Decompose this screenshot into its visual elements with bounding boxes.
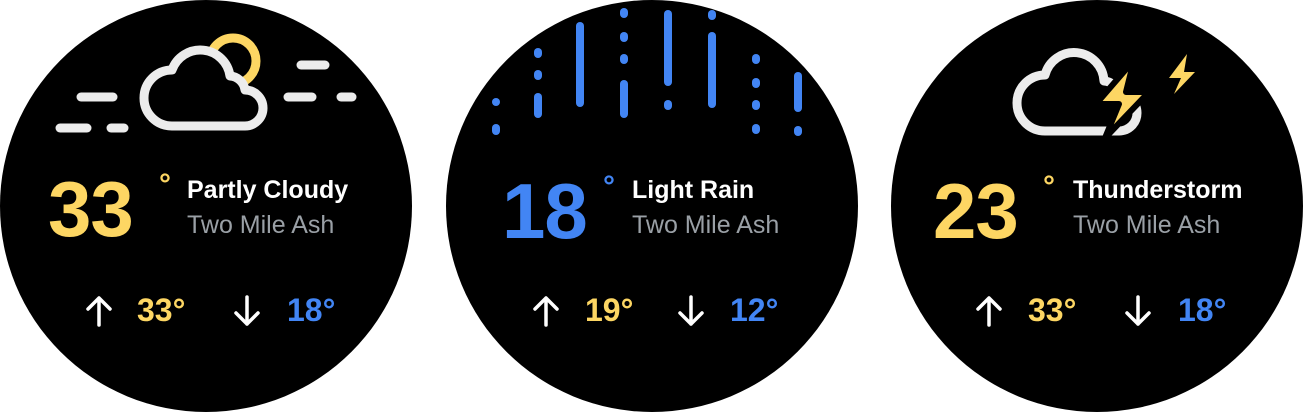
watch-faces-showcase: 33 ° Partly Cloudy Two Mile Ash 33° 18°: [0, 0, 1304, 412]
arrow-up-icon: [973, 294, 1005, 333]
arrow-down-icon: [1122, 294, 1154, 333]
raindrops-icon: [492, 8, 802, 136]
condition-label: Partly Cloudy: [187, 176, 349, 204]
watch-face-thunderstorm[interactable]: 23 ° Thunderstorm Two Mile Ash 33° 18°: [891, 0, 1303, 412]
small-lightning-bolt-icon: [1169, 54, 1195, 94]
degree-symbol: °: [1043, 170, 1055, 203]
low-temperature: 18°: [1178, 292, 1227, 328]
high-temperature: 33°: [1028, 292, 1077, 328]
arrow-down-icon: [675, 294, 707, 333]
watch-face-light-rain[interactable]: 18 ° Light Rain Two Mile Ash 19° 12°: [446, 0, 858, 412]
watch-face-partly-cloudy[interactable]: 33 ° Partly Cloudy Two Mile Ash 33° 18°: [0, 0, 412, 412]
condition-label: Light Rain: [632, 176, 755, 204]
condition-label: Thunderstorm: [1073, 176, 1243, 204]
low-temperature: 18°: [287, 292, 336, 328]
arrow-up-icon: [83, 294, 115, 333]
location-label: Two Mile Ash: [187, 211, 335, 239]
location-label: Two Mile Ash: [1073, 211, 1221, 239]
arrow-up-icon: [530, 294, 562, 333]
degree-symbol: °: [603, 170, 615, 203]
high-temperature: 33°: [137, 292, 186, 328]
location-label: Two Mile Ash: [632, 211, 780, 239]
temperature: 33: [48, 165, 134, 253]
cloud-icon: [139, 45, 268, 131]
degree-symbol: °: [159, 168, 171, 201]
low-temperature: 12°: [730, 292, 779, 328]
high-temperature: 19°: [585, 292, 634, 328]
arrow-down-icon: [231, 294, 263, 333]
temperature: 18: [502, 167, 588, 255]
temperature: 23: [933, 167, 1019, 255]
